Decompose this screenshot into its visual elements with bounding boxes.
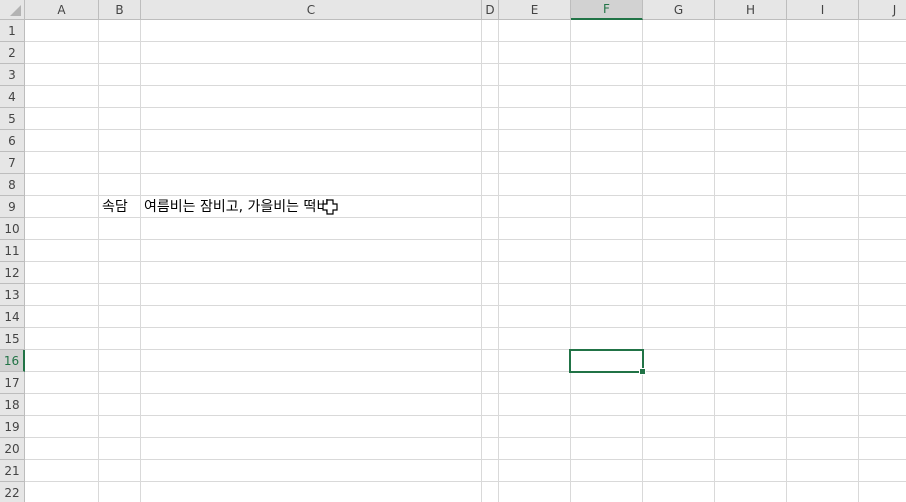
gridline bbox=[25, 327, 906, 328]
gridline bbox=[25, 459, 906, 460]
gridline bbox=[25, 415, 906, 416]
row-header-4[interactable]: 4 bbox=[0, 86, 25, 108]
row-header-9[interactable]: 9 bbox=[0, 196, 25, 218]
row-header-5[interactable]: 5 bbox=[0, 108, 25, 130]
gridline bbox=[25, 371, 906, 372]
column-header-h[interactable]: H bbox=[715, 0, 787, 20]
column-header-g[interactable]: G bbox=[643, 0, 715, 20]
select-all-icon bbox=[10, 5, 21, 16]
row-header-2[interactable]: 2 bbox=[0, 42, 25, 64]
gridline bbox=[25, 349, 906, 350]
gridline bbox=[25, 129, 906, 130]
fill-handle[interactable] bbox=[639, 368, 646, 375]
row-header-22[interactable]: 22 bbox=[0, 482, 25, 502]
gridline bbox=[25, 151, 906, 152]
row-header-19[interactable]: 19 bbox=[0, 416, 25, 438]
gridline bbox=[25, 305, 906, 306]
row-header-8[interactable]: 8 bbox=[0, 174, 25, 196]
row-header-14[interactable]: 14 bbox=[0, 306, 25, 328]
column-header-d[interactable]: D bbox=[482, 0, 499, 20]
row-header-20[interactable]: 20 bbox=[0, 438, 25, 460]
gridline bbox=[25, 283, 906, 284]
gridline bbox=[25, 63, 906, 64]
selected-cell-f16[interactable] bbox=[569, 349, 644, 373]
gridline bbox=[25, 481, 906, 482]
gridline bbox=[25, 85, 906, 86]
row-header-3[interactable]: 3 bbox=[0, 64, 25, 86]
row-header-6[interactable]: 6 bbox=[0, 130, 25, 152]
row-header-13[interactable]: 13 bbox=[0, 284, 25, 306]
row-header-11[interactable]: 11 bbox=[0, 240, 25, 262]
row-header-21[interactable]: 21 bbox=[0, 460, 25, 482]
column-header-i[interactable]: I bbox=[787, 0, 859, 20]
column-header-e[interactable]: E bbox=[499, 0, 571, 20]
gridline bbox=[25, 393, 906, 394]
row-header-12[interactable]: 12 bbox=[0, 262, 25, 284]
gridline bbox=[25, 41, 906, 42]
select-all-corner[interactable] bbox=[0, 0, 25, 20]
row-header-18[interactable]: 18 bbox=[0, 394, 25, 416]
cell-b9[interactable]: 속담 bbox=[102, 196, 128, 218]
row-header-15[interactable]: 15 bbox=[0, 328, 25, 350]
gridline bbox=[25, 261, 906, 262]
row-header-1[interactable]: 1 bbox=[0, 20, 25, 42]
gridline bbox=[25, 173, 906, 174]
column-header-f[interactable]: F bbox=[571, 0, 643, 20]
gridline bbox=[25, 239, 906, 240]
row-header-10[interactable]: 10 bbox=[0, 218, 25, 240]
column-header-a[interactable]: A bbox=[25, 0, 99, 20]
gridline bbox=[25, 107, 906, 108]
row-header-17[interactable]: 17 bbox=[0, 372, 25, 394]
cell-select-cross-icon bbox=[322, 199, 338, 215]
column-header-b[interactable]: B bbox=[99, 0, 141, 20]
column-header-j[interactable]: J bbox=[859, 0, 906, 20]
row-header-16[interactable]: 16 bbox=[0, 350, 25, 372]
column-header-c[interactable]: C bbox=[141, 0, 482, 20]
row-header-7[interactable]: 7 bbox=[0, 152, 25, 174]
cell-c9[interactable]: 여름비는 잠비고, 가을비는 떡비 bbox=[144, 196, 329, 218]
spreadsheet-grid[interactable]: A B C D E F G H I J 1 2 3 4 5 6 7 8 9 10… bbox=[0, 0, 906, 502]
gridline bbox=[25, 437, 906, 438]
